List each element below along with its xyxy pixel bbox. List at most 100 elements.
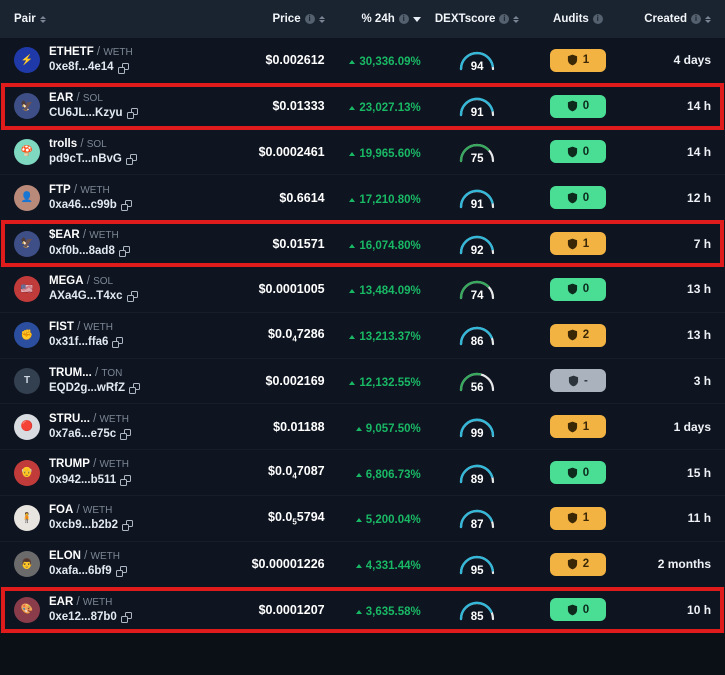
column-header-created[interactable]: Created i (622, 13, 712, 25)
table-row[interactable]: 🔴 STRU... / WETH 0x7a6...e75c $0.01188 9,057… (0, 404, 725, 451)
audits-cell[interactable]: 1 (534, 415, 623, 439)
audits-cell[interactable]: 2 (534, 323, 623, 347)
audits-cell[interactable]: 0 (534, 461, 623, 485)
pair-cell[interactable]: 👤 FTP / WETH 0xa46...c99b (14, 184, 212, 212)
copy-icon[interactable] (118, 245, 130, 257)
table-row[interactable]: 🍄 trolls / SOL pd9cT...nBvG $0.0002461 19,96… (0, 129, 725, 176)
audits-cell[interactable]: 1 (534, 232, 623, 256)
copy-icon[interactable] (120, 199, 132, 211)
pair-address[interactable]: 0xe12...87b0 (49, 611, 132, 624)
table-row[interactable]: 🦅 EAR / SOL CU6JL...Kzyu $0.01333 23,027.13%… (0, 82, 725, 130)
pair-text: EAR / WETH 0xe12...87b0 (49, 596, 132, 624)
copy-icon[interactable] (120, 612, 132, 624)
audit-badge[interactable]: 0 (549, 277, 606, 301)
audit-badge[interactable]: 0 (549, 186, 606, 210)
copy-icon[interactable] (117, 62, 129, 74)
created-value: 3 h (693, 373, 712, 388)
audit-badge[interactable]: 1 (549, 48, 606, 72)
pair-cell[interactable]: 👨 ELON / WETH 0xafa...6bf9 (14, 550, 212, 578)
copy-icon[interactable] (112, 337, 124, 349)
pair-address[interactable]: 0x31f...ffa6 (49, 336, 124, 349)
column-header-dextscore[interactable]: DEXTscore i (421, 13, 534, 25)
pair-address[interactable]: EQD2g...wRfZ (49, 382, 141, 395)
table-row[interactable]: 👴 TRUMP / WETH 0x942...b511 $0.047087 6,806.… (0, 450, 725, 496)
audit-badge[interactable]: 1 (549, 232, 606, 256)
audits-cell[interactable]: 0 (534, 277, 623, 301)
copy-icon[interactable] (126, 291, 138, 303)
copy-icon[interactable] (120, 474, 132, 486)
audit-badge[interactable]: 2 (549, 323, 606, 347)
sort-icon[interactable] (705, 15, 712, 23)
info-icon[interactable]: i (499, 14, 510, 24)
audit-count: 1 (582, 512, 590, 525)
audits-cell[interactable]: 0 (534, 140, 623, 164)
table-row[interactable]: 🧍 FOA / WETH 0xcb9...b2b2 $0.055794 5,200.04… (0, 495, 725, 542)
audit-badge[interactable]: 0 (549, 598, 606, 622)
audit-badge[interactable]: 0 (549, 140, 606, 164)
audit-count: 1 (582, 54, 590, 67)
sort-icon[interactable] (39, 15, 46, 23)
audits-cell[interactable]: 2 (534, 552, 623, 576)
audit-badge[interactable]: 1 (549, 415, 606, 439)
audit-badge[interactable]: 1 (549, 506, 606, 530)
audits-cell[interactable]: 1 (534, 506, 623, 530)
info-icon[interactable]: i (398, 14, 409, 24)
pair-address[interactable]: 0xa46...c99b (49, 199, 132, 212)
copy-icon[interactable] (115, 566, 127, 578)
pair-cell[interactable]: 🧍 FOA / WETH 0xcb9...b2b2 (14, 504, 212, 532)
info-icon[interactable]: i (592, 14, 603, 24)
quote-token: WETH (90, 550, 120, 562)
audits-cell[interactable]: 0 (534, 186, 623, 210)
table-row[interactable]: ✊ FIST / WETH 0x31f...ffa6 $0.047286 13,213.… (0, 312, 725, 359)
copy-icon[interactable] (122, 520, 134, 532)
audit-badge[interactable]: 2 (549, 552, 606, 576)
column-header-change-24h[interactable]: % 24h i (325, 13, 421, 25)
pair-cell[interactable]: 🎨 EAR / WETH 0xe12...87b0 (14, 596, 212, 624)
copy-icon[interactable] (125, 154, 137, 166)
table-row[interactable]: 🦅 $EAR / WETH 0xf0b...8ad8 $0.01571 16,074.8… (0, 220, 725, 267)
pair-address[interactable]: 0xcb9...b2b2 (49, 519, 134, 532)
audits-cell[interactable]: 1 (534, 48, 623, 72)
copy-icon[interactable] (129, 383, 141, 395)
pair-cell[interactable]: 👴 TRUMP / WETH 0x942...b511 (14, 458, 212, 486)
table-row[interactable]: 👤 FTP / WETH 0xa46...c99b $0.6614 17,210.80%… (0, 175, 725, 222)
chevron-down-icon[interactable] (412, 16, 421, 22)
sort-icon[interactable] (513, 15, 520, 23)
pair-address[interactable]: 0x942...b511 (49, 474, 132, 487)
column-header-audits[interactable]: Audits i (534, 13, 623, 25)
pair-address[interactable]: 0xf0b...8ad8 (49, 245, 130, 258)
audits-cell[interactable]: 0 (534, 598, 623, 622)
pair-address[interactable]: 0xe8f...4e14 (49, 61, 133, 74)
audit-badge[interactable]: 0 (549, 461, 606, 485)
table-row[interactable]: ⚡ ETHETF / WETH 0xe8f...4e14 $0.002612 30,33… (0, 38, 725, 84)
audit-badge[interactable]: - (549, 369, 606, 393)
sort-icon[interactable] (318, 15, 325, 23)
avatar-glyph: ⚡ (20, 54, 34, 66)
pair-cell[interactable]: ✊ FIST / WETH 0x31f...ffa6 (14, 321, 212, 349)
pair-cell[interactable]: ⚡ ETHETF / WETH 0xe8f...4e14 (14, 46, 212, 74)
info-icon[interactable]: i (691, 14, 702, 24)
table-row[interactable]: 🎨 EAR / WETH 0xe12...87b0 $0.0001207 3,635.5… (0, 586, 725, 634)
pair-address[interactable]: 0xafa...6bf9 (49, 565, 127, 578)
pair-cell[interactable]: T TRUM... / TON EQD2g...wRfZ (14, 367, 212, 395)
column-header-pair[interactable]: Pair (14, 13, 212, 25)
table-row[interactable]: 🇺🇸 MEGA / SOL AXa4G...T4xc $0.0001005 13,484… (0, 266, 725, 313)
info-icon[interactable]: i (304, 14, 315, 24)
pair-address[interactable]: 0x7a6...e75c (49, 428, 132, 441)
pair-cell[interactable]: 🍄 trolls / SOL pd9cT...nBvG (14, 138, 212, 166)
copy-icon[interactable] (120, 428, 132, 440)
pair-cell[interactable]: 🔴 STRU... / WETH 0x7a6...e75c (14, 413, 212, 441)
table-row[interactable]: T TRUM... / TON EQD2g...wRfZ $0.002169 12,13… (0, 358, 725, 405)
pair-address[interactable]: pd9cT...nBvG (49, 153, 137, 166)
audits-cell[interactable]: - (534, 369, 623, 393)
table-row[interactable]: 👨 ELON / WETH 0xafa...6bf9 $0.00001226 4,331… (0, 541, 725, 588)
pair-address[interactable]: CU6JL...Kzyu (49, 107, 138, 120)
audit-badge[interactable]: 0 (549, 94, 606, 118)
copy-icon[interactable] (126, 108, 138, 120)
pair-cell[interactable]: 🇺🇸 MEGA / SOL AXa4G...T4xc (14, 275, 212, 303)
audits-cell[interactable]: 0 (534, 94, 623, 118)
pair-address[interactable]: AXa4G...T4xc (49, 290, 138, 303)
column-header-price[interactable]: Price i (212, 13, 325, 25)
pair-cell[interactable]: 🦅 EAR / SOL CU6JL...Kzyu (14, 92, 212, 120)
pair-cell[interactable]: 🦅 $EAR / WETH 0xf0b...8ad8 (14, 229, 212, 257)
